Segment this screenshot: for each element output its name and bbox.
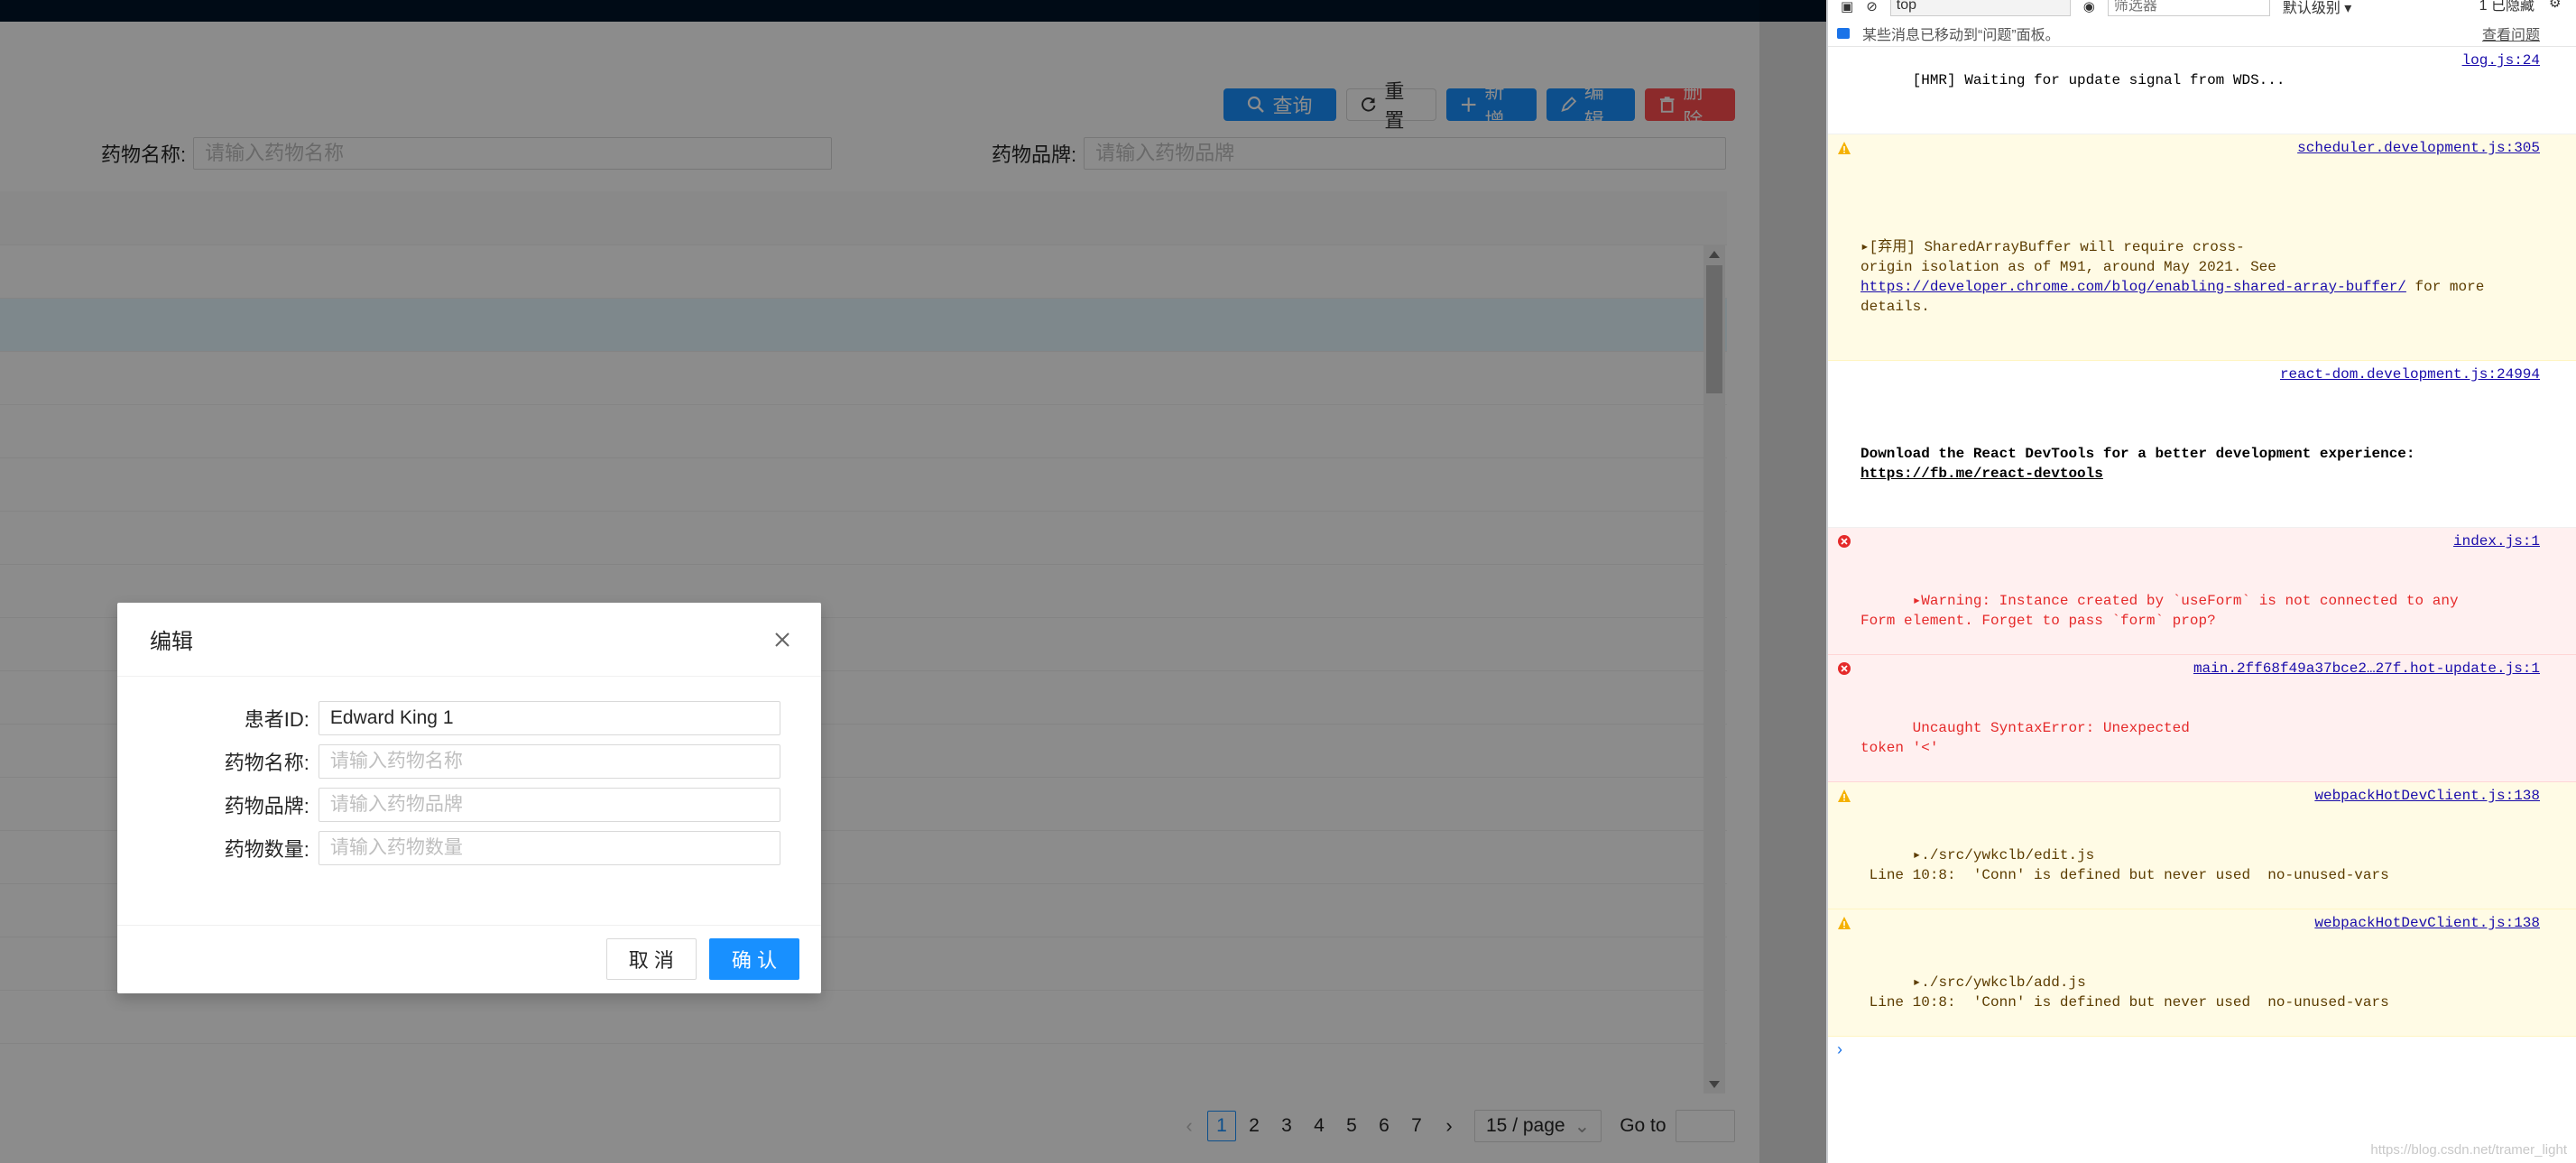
drug-brand-input[interactable]: [318, 788, 780, 822]
patient-id-input[interactable]: [318, 701, 780, 735]
eye-icon[interactable]: ◉: [2083, 0, 2095, 14]
console-message-text: Uncaught SyntaxError: Unexpected token '…: [1860, 720, 2190, 756]
console-message-text: ▸[弃用] SharedArrayBuffer will require cro…: [1860, 239, 2276, 275]
view-issues-link[interactable]: 查看问题: [2482, 23, 2540, 44]
console-source-link[interactable]: webpackHotDevClient.js:138: [2314, 786, 2540, 806]
console-prompt[interactable]: ›: [1828, 1037, 2576, 1063]
message-icon: [1837, 27, 1850, 39]
form-row-patient-id: 患者ID:: [158, 701, 780, 735]
console-message-text: Download the React DevTools for a better…: [1860, 446, 2424, 462]
context-select[interactable]: top: [1889, 0, 2071, 16]
clear-console-icon[interactable]: ⊘: [1866, 0, 1878, 14]
warning-icon: [1838, 917, 1851, 929]
console-url-link[interactable]: https://fb.me/react-devtools: [1860, 466, 2103, 482]
patient-id-label: 患者ID:: [244, 708, 309, 731]
console-warning: webpackHotDevClient.js:138 ▸./src/ywkclb…: [1828, 909, 2576, 1037]
console-source-link[interactable]: log.js:24: [2462, 51, 2540, 70]
console-message-text: ▸./src/ywkclb/edit.js Line 10:8: 'Conn' …: [1869, 847, 2389, 883]
console-source-link[interactable]: scheduler.development.js:305: [2297, 138, 2540, 158]
issues-notice: 某些消息已移动到“问题”面板。 查看问题: [1828, 20, 2576, 47]
devtools-toolbar: ▣ ⊘ top ◉ 默认级别 ▾ 1 已隐藏 ⚙: [1828, 0, 2576, 20]
hidden-count: 1 已隐藏: [2479, 0, 2534, 14]
drug-name-input[interactable]: [318, 744, 780, 779]
devtools-console: ▣ ⊘ top ◉ 默认级别 ▾ 1 已隐藏 ⚙ 某些消息已移动到“问题”面板。…: [1826, 0, 2576, 1163]
error-icon: [1838, 535, 1851, 548]
console-message: [HMR] Waiting for update signal from WDS…: [1828, 47, 2576, 134]
console-error: main.2ff68f49a37bce2…27f.hot-update.js:1…: [1828, 655, 2576, 782]
confirm-button[interactable]: 确 认: [708, 938, 799, 980]
cancel-button[interactable]: 取 消: [605, 938, 697, 980]
modal-footer: 取 消 确 认: [117, 926, 821, 992]
console-message: react-dom.development.js:24994 Download …: [1828, 361, 2576, 528]
console-message-text: ▸./src/ywkclb/add.js Line 10:8: 'Conn' i…: [1869, 974, 2389, 1011]
form-row-drug-quantity: 药物数量:: [158, 831, 780, 865]
drug-quantity-field-label: 药物数量:: [224, 838, 309, 861]
warning-icon: [1838, 789, 1851, 802]
console-url-link[interactable]: https://developer.chrome.com/blog/enabli…: [1860, 279, 2406, 295]
drug-quantity-input[interactable]: [318, 831, 780, 865]
issues-notice-text: 某些消息已移动到“问题”面板。: [1862, 27, 2060, 43]
form-row-drug-name: 药物名称:: [158, 744, 780, 779]
console-source-link[interactable]: react-dom.development.js:24994: [2280, 365, 2540, 384]
modal-header: 编辑: [117, 603, 821, 677]
modal-title: 编辑: [150, 630, 193, 654]
console-message-text: ▸Warning: Instance created by `useForm` …: [1860, 593, 2459, 629]
gear-icon[interactable]: ⚙: [2549, 0, 2567, 13]
drug-name-field-label: 药物名称:: [224, 752, 309, 774]
console-message-text: [HMR] Waiting for update signal from WDS…: [1912, 72, 2285, 88]
console-warning: webpackHotDevClient.js:138 ▸./src/ywkclb…: [1828, 782, 2576, 909]
modal-body: 患者ID: 药物名称: 药物品牌: 药物数量:: [117, 677, 821, 926]
console-source-link[interactable]: main.2ff68f49a37bce2…27f.hot-update.js:1: [2193, 659, 2540, 678]
log-level-select[interactable]: 默认级别 ▾: [2283, 0, 2351, 17]
watermark: https://blog.csdn.net/tramer_light: [2370, 1142, 2567, 1158]
console-warning: scheduler.development.js:305 ▸[弃用] Share…: [1828, 134, 2576, 361]
error-icon: [1838, 662, 1851, 675]
console-error: index.js:1 ▸Warning: Instance created by…: [1828, 528, 2576, 655]
console-source-link[interactable]: webpackHotDevClient.js:138: [2314, 913, 2540, 933]
console-filter-input[interactable]: [2107, 0, 2270, 16]
form-row-drug-brand: 药物品牌:: [158, 788, 780, 822]
console-source-link[interactable]: index.js:1: [2453, 531, 2540, 551]
warning-icon: [1838, 142, 1851, 154]
drug-brand-field-label: 药物品牌:: [224, 795, 309, 817]
edit-modal: 编辑 患者ID: 药物名称: 药物品牌:: [117, 603, 821, 993]
app-area: 查询 重置 新增 编辑 删除 药物名称: 药物品牌:: [0, 0, 1826, 1163]
mask-edge: [1759, 0, 1826, 1163]
close-icon[interactable]: [769, 626, 796, 653]
sidebar-toggle-icon[interactable]: ▣: [1841, 0, 1853, 14]
